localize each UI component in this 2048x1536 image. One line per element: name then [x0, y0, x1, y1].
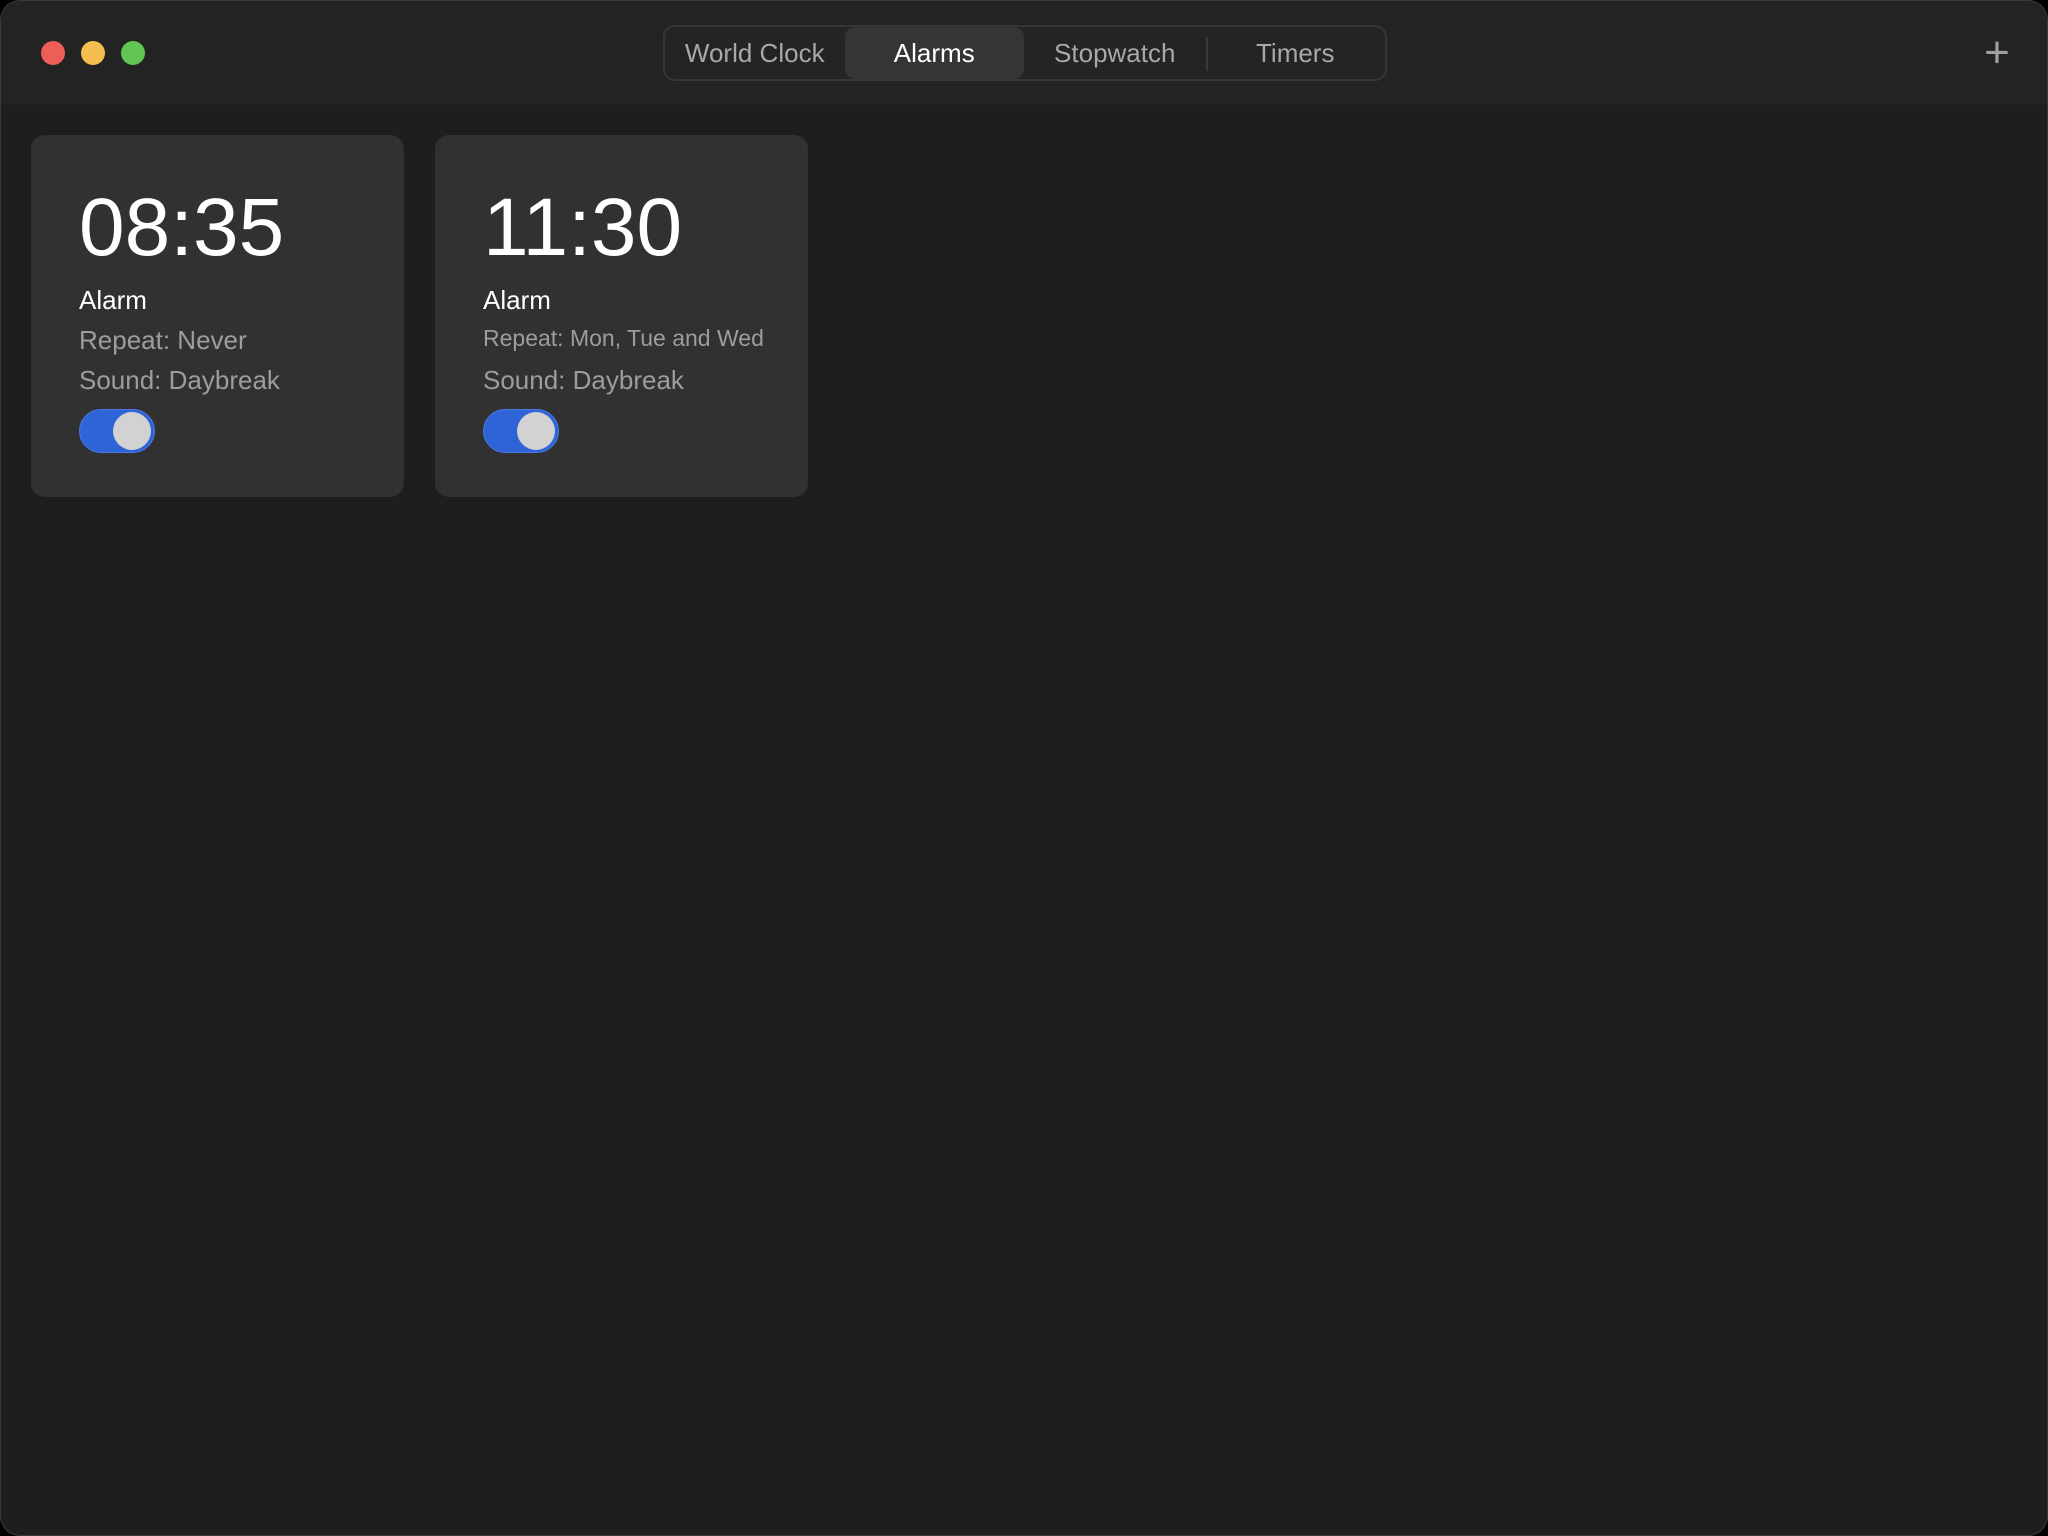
alarm-sound: Sound: Daybreak	[79, 365, 280, 395]
clock-window: World Clock Alarms Stopwatch Timers + 08…	[0, 0, 2048, 1536]
title-bar: World Clock Alarms Stopwatch Timers +	[1, 1, 2047, 105]
view-segmented-control: World Clock Alarms Stopwatch Timers	[663, 25, 1387, 81]
alarm-toggle[interactable]	[483, 409, 559, 453]
alarm-time: 08:35	[79, 182, 285, 273]
toggle-knob	[113, 412, 151, 450]
alarm-repeat: Repeat: Mon, Tue and Wed	[483, 325, 764, 351]
minimize-window-button[interactable]	[81, 41, 105, 65]
tab-alarms[interactable]: Alarms	[844, 27, 1024, 79]
alarm-label: Alarm	[79, 285, 147, 315]
toggle-knob	[517, 412, 555, 450]
alarm-toggle[interactable]	[79, 409, 155, 453]
close-window-button[interactable]	[41, 41, 65, 65]
alarm-repeat: Repeat: Never	[79, 325, 247, 355]
alarm-card[interactable]: 11:30 Alarm Repeat: Mon, Tue and Wed Sou…	[435, 135, 808, 497]
maximize-window-button[interactable]	[121, 41, 145, 65]
alarm-label: Alarm	[483, 285, 551, 315]
alarm-time: 11:30	[483, 182, 683, 273]
alarm-sound: Sound: Daybreak	[483, 365, 684, 395]
tab-stopwatch[interactable]: Stopwatch	[1024, 27, 1206, 79]
tab-timers[interactable]: Timers	[1205, 27, 1386, 79]
add-alarm-button[interactable]: +	[1977, 31, 2017, 75]
alarm-card[interactable]: 08:35 Alarm Repeat: Never Sound: Daybrea…	[31, 135, 404, 497]
tab-world-clock[interactable]: World Clock	[665, 27, 845, 79]
